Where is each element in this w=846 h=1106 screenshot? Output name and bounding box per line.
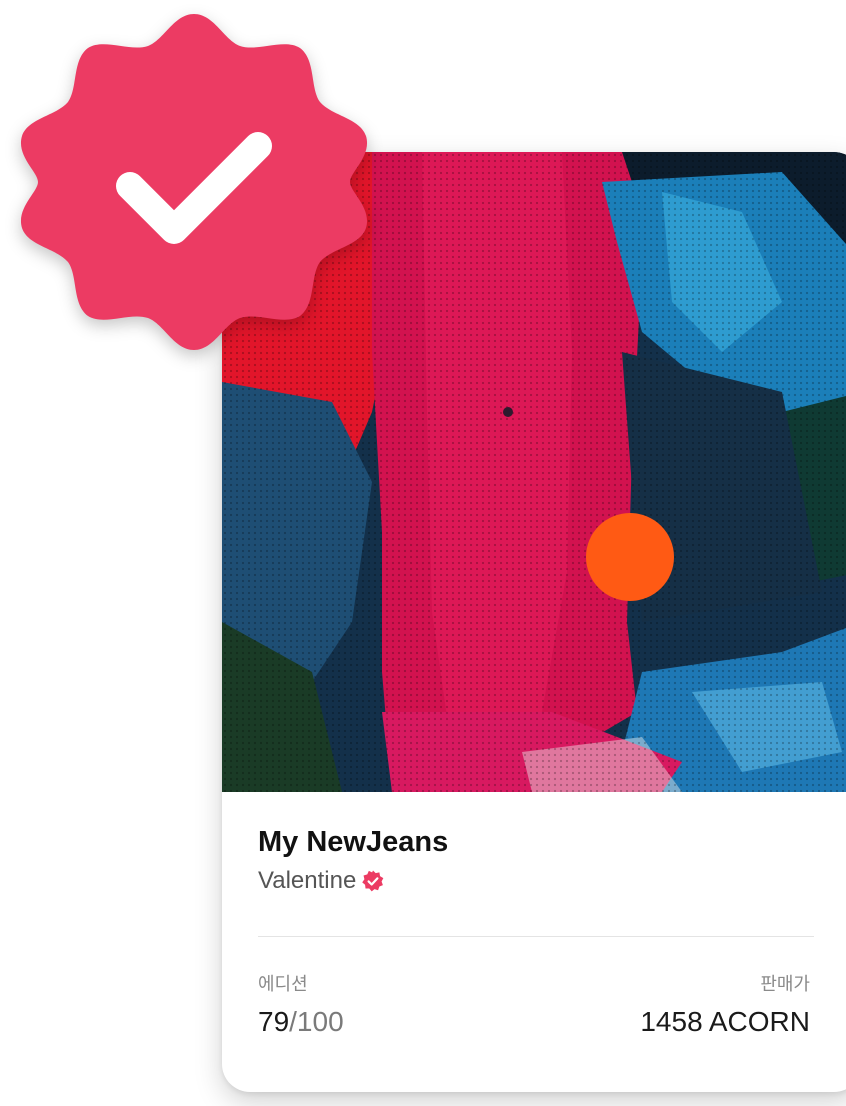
creator-name[interactable]: Valentine — [258, 864, 356, 898]
edition-label: 에디션 — [258, 974, 308, 994]
verified-badge-check-icon — [18, 6, 370, 358]
nft-title: My NewJeans — [258, 826, 449, 858]
edition-total: /100 — [289, 1006, 344, 1037]
nft-info: My NewJeans Valentine — [258, 822, 846, 898]
divider — [258, 936, 814, 937]
creator-row[interactable]: Valentine — [258, 864, 846, 898]
edition-value: 79/100 — [258, 1004, 344, 1040]
verified-small-icon — [362, 870, 384, 892]
edition-current: 79 — [258, 1006, 290, 1037]
price-label: 판매가 — [760, 974, 810, 994]
price-value: 1458 ACORN — [640, 1006, 810, 1037]
